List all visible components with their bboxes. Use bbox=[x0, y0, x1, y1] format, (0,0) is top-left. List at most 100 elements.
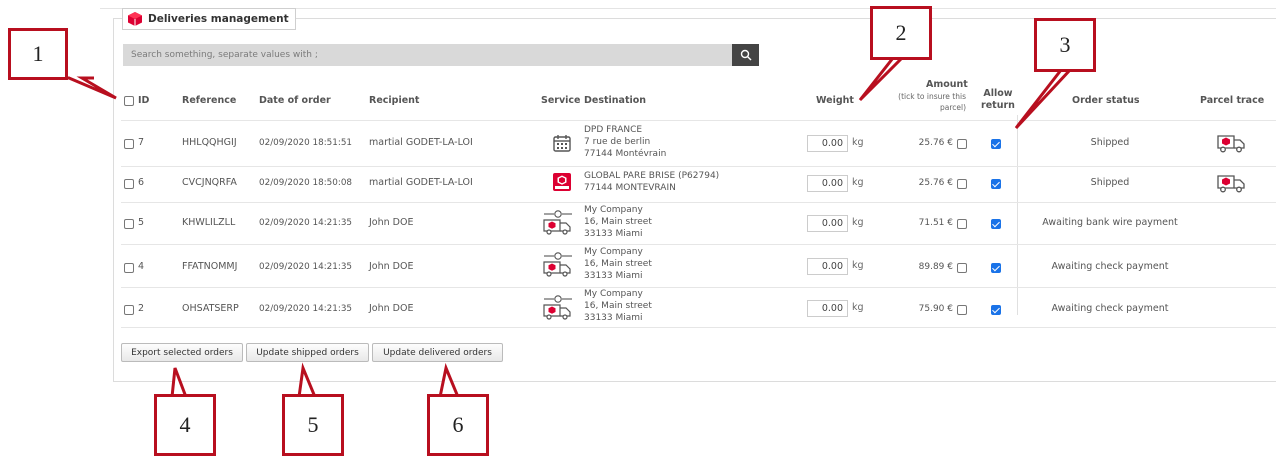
callout-1: 1 bbox=[8, 28, 68, 80]
row-checkbox[interactable] bbox=[124, 219, 134, 229]
row-reference: CVCJNQRFA bbox=[182, 177, 237, 188]
row-amount: 25.76 € bbox=[918, 178, 953, 188]
row-dest-1: DPD FRANCE bbox=[584, 125, 643, 135]
truck-icon[interactable] bbox=[1216, 132, 1246, 158]
row-recipient: martial GODET-LA-LOI bbox=[369, 137, 473, 148]
weight-unit: kg bbox=[852, 137, 864, 148]
col-amount-note-1: (tick to insure this bbox=[898, 92, 966, 101]
row-date: 02/09/2020 14:21:35 bbox=[259, 218, 353, 228]
weight-unit: kg bbox=[852, 302, 864, 313]
callout-2: 2 bbox=[870, 6, 932, 60]
row-divider bbox=[121, 327, 1276, 328]
row-status: Shipped bbox=[1090, 137, 1130, 148]
export-selected-button[interactable]: Export selected orders bbox=[121, 343, 243, 362]
row-status: Awaiting check payment bbox=[1051, 261, 1169, 272]
update-delivered-button[interactable]: Update delivered orders bbox=[372, 343, 503, 362]
update-shipped-button[interactable]: Update shipped orders bbox=[246, 343, 369, 362]
panel-title: Deliveries management bbox=[122, 8, 296, 30]
row-amount: 71.51 € bbox=[918, 218, 953, 228]
search-input[interactable] bbox=[123, 44, 732, 66]
row-reference: HHLQQHGIJ bbox=[182, 137, 237, 148]
search-icon bbox=[740, 46, 752, 65]
weight-unit: kg bbox=[852, 217, 864, 228]
weight-input[interactable]: 0.00 bbox=[807, 215, 848, 232]
callout-6: 6 bbox=[427, 394, 489, 456]
row-id: 4 bbox=[138, 261, 145, 272]
col-parcel-trace: Parcel trace bbox=[1200, 95, 1265, 106]
weight-unit: kg bbox=[852, 260, 864, 271]
row-dest-3: 33133 Miami bbox=[584, 271, 643, 281]
row-id: 2 bbox=[138, 303, 145, 314]
weight-input[interactable]: 0.00 bbox=[807, 175, 848, 192]
row-date: 02/09/2020 14:21:35 bbox=[259, 304, 353, 314]
row-checkbox[interactable] bbox=[124, 139, 134, 149]
search-button[interactable] bbox=[732, 44, 759, 66]
truck-icon[interactable] bbox=[1216, 172, 1246, 198]
insure-checkbox[interactable] bbox=[957, 263, 967, 273]
col-weight: Weight bbox=[816, 95, 854, 106]
weight-input[interactable]: 0.00 bbox=[807, 300, 848, 317]
row-amount: 89.89 € bbox=[918, 262, 953, 272]
row-checkbox[interactable] bbox=[124, 263, 134, 273]
status-separator bbox=[1017, 115, 1018, 315]
row-checkbox[interactable] bbox=[124, 305, 134, 315]
insure-checkbox[interactable] bbox=[957, 139, 967, 149]
insure-checkbox[interactable] bbox=[957, 305, 967, 315]
select-all-checkbox[interactable] bbox=[124, 96, 134, 106]
row-id: 5 bbox=[138, 217, 145, 228]
row-status: Awaiting check payment bbox=[1051, 303, 1169, 314]
allow-return-checkbox[interactable] bbox=[991, 263, 1001, 273]
row-dest-2: 16, Main street bbox=[584, 301, 652, 311]
row-reference: OHSATSERP bbox=[182, 303, 239, 314]
predict-truck-icon bbox=[540, 294, 576, 326]
allow-return-checkbox[interactable] bbox=[991, 219, 1001, 229]
row-recipient: martial GODET-LA-LOI bbox=[369, 177, 473, 188]
row-status: Awaiting bank wire payment bbox=[1042, 217, 1178, 228]
weight-input[interactable]: 0.00 bbox=[807, 258, 848, 275]
allow-return-checkbox[interactable] bbox=[991, 305, 1001, 315]
col-recipient: Recipient bbox=[369, 95, 420, 106]
col-reference: Reference bbox=[182, 95, 237, 106]
col-destination: Destination bbox=[584, 95, 647, 106]
relay-icon bbox=[552, 172, 572, 196]
col-order-status: Order status bbox=[1072, 95, 1140, 106]
row-date: 02/09/2020 18:51:51 bbox=[259, 138, 353, 148]
row-divider bbox=[121, 287, 1276, 288]
row-dest-1: GLOBAL PARE BRISE (P62794) bbox=[584, 171, 720, 181]
col-allow-return-1: Allow bbox=[983, 88, 1013, 99]
row-dest-2: 77144 MONTEVRAIN bbox=[584, 183, 676, 193]
row-dest-3: 33133 Miami bbox=[584, 313, 643, 323]
row-divider bbox=[121, 120, 1276, 121]
dpd-cube-icon bbox=[127, 11, 143, 27]
weight-input[interactable]: 0.00 bbox=[807, 135, 848, 152]
row-dest-1: My Company bbox=[584, 205, 643, 215]
row-amount: 25.76 € bbox=[918, 138, 953, 148]
row-dest-2: 16, Main street bbox=[584, 259, 652, 269]
row-divider bbox=[121, 202, 1276, 203]
row-recipient: John DOE bbox=[369, 261, 414, 272]
row-recipient: John DOE bbox=[369, 303, 414, 314]
insure-checkbox[interactable] bbox=[957, 219, 967, 229]
col-id: ID bbox=[138, 95, 150, 106]
row-status: Shipped bbox=[1090, 177, 1130, 188]
panel-title-text: Deliveries management bbox=[148, 13, 289, 25]
row-reference: KHWLILZLL bbox=[182, 217, 236, 228]
row-recipient: John DOE bbox=[369, 217, 414, 228]
col-amount-note-2: parcel) bbox=[939, 103, 966, 112]
row-dest-3: 77144 Montévrain bbox=[584, 149, 667, 159]
row-dest-2: 7 rue de berlin bbox=[584, 137, 651, 147]
row-dest-1: My Company bbox=[584, 289, 643, 299]
row-divider bbox=[121, 166, 1276, 167]
col-date: Date of order bbox=[259, 95, 331, 106]
row-amount: 75.90 € bbox=[918, 304, 953, 314]
insure-checkbox[interactable] bbox=[957, 179, 967, 189]
allow-return-checkbox[interactable] bbox=[991, 139, 1001, 149]
row-checkbox[interactable] bbox=[124, 179, 134, 189]
row-id: 7 bbox=[138, 137, 145, 148]
allow-return-checkbox[interactable] bbox=[991, 179, 1001, 189]
row-date: 02/09/2020 14:21:35 bbox=[259, 262, 353, 272]
row-dest-2: 16, Main street bbox=[584, 217, 652, 227]
row-date: 02/09/2020 18:50:08 bbox=[259, 178, 353, 188]
row-dest-3: 33133 Miami bbox=[584, 229, 643, 239]
row-divider bbox=[121, 244, 1276, 245]
